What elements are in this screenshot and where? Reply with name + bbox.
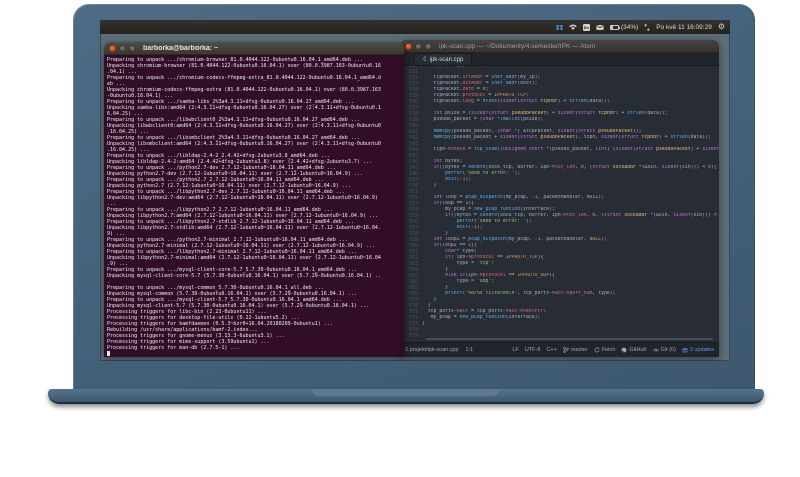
wifi-icon[interactable]	[569, 24, 577, 30]
laptop-screen-bezel: En (34%) Po kvě 11 16:09:29 ⚙ barborka@b…	[73, 4, 755, 389]
encoding-indicator[interactable]: UTF-8	[525, 347, 541, 353]
system-panel: En (34%) Po kvě 11 16:09:29 ⚙	[100, 20, 730, 34]
sync-icon	[594, 347, 600, 353]
laptop-base-notch	[311, 389, 501, 397]
git-panel-button[interactable]: Git (0)	[652, 347, 676, 353]
terminal-line: Unpacking libsmbclient:amd64 (2:4.3.11+d…	[107, 141, 381, 147]
mail-icon[interactable]	[596, 24, 604, 30]
horizontal-scrollbar[interactable]	[426, 338, 713, 340]
editor-titlebar[interactable]: ipk-scan.cpp — ~/Dokumenty/4.semester/IP…	[400, 40, 719, 53]
terminal-cursor	[107, 351, 110, 356]
terminal-line: Preparing to unpack .../chromium-codecs-…	[107, 75, 381, 81]
git-branch[interactable]: master	[563, 347, 588, 353]
close-button[interactable]	[109, 44, 116, 52]
terminal-line: Unpacking libpython2.7-stdlib:amd64 (2.7…	[107, 225, 381, 231]
code-editor[interactable]: 530 tcph->urg_ptr = 0;531532 tcpPacket.s…	[400, 66, 719, 342]
keyboard-layout-icon[interactable]: En	[582, 23, 590, 31]
updates-button[interactable]: 3 updates	[682, 347, 714, 353]
tab-ipk-scan[interactable]: C ipk-scan.cpp	[414, 53, 473, 65]
grammar-indicator[interactable]: C++	[546, 347, 556, 353]
status-bar: 2.projekt/ipk-scan.cpp 1:1 LF UTF-8 C++ …	[400, 342, 719, 357]
tab-label: ipk-scan.cpp	[429, 56, 464, 63]
file-path[interactable]: 2.projekt/ipk-scan.cpp	[405, 347, 459, 353]
editor-title: ipk-scan.cpp — ~/Dokumenty/4.semester/IP…	[439, 42, 596, 50]
close-button[interactable]	[405, 42, 412, 50]
terminal-line: Unpacking libwbclient0:amd64 (2:4.3.11+d…	[107, 123, 381, 129]
terminal-window: barborka@barborka: ~ Preparing to unpack…	[104, 42, 404, 357]
fetch-button[interactable]: Fetch	[594, 347, 615, 353]
clock[interactable]: Po kvě 11 16:09:29	[656, 24, 712, 31]
maximize-button[interactable]	[425, 42, 432, 50]
editor-window: ipk-scan.cpp — ~/Dokumenty/4.semester/IP…	[400, 40, 719, 357]
battery-icon	[609, 24, 620, 30]
branch-icon	[563, 347, 569, 353]
maximize-button[interactable]	[129, 44, 136, 52]
terminal-line: Unpacking libpython2.7-dev:amd64 (2.7.12…	[107, 195, 378, 201]
minimize-button[interactable]	[415, 42, 422, 50]
desktop: En (34%) Po kvě 11 16:09:29 ⚙ barborka@b…	[100, 20, 730, 361]
cpp-file-icon: C	[423, 56, 427, 63]
minimize-button[interactable]	[119, 44, 126, 52]
line-ending-indicator[interactable]: LF	[512, 347, 518, 353]
terminal-output[interactable]: Preparing to unpack .../chromium-browser…	[104, 55, 404, 357]
laptop-base	[48, 389, 764, 404]
battery-indicator[interactable]: (34%)	[609, 23, 639, 31]
system-tray[interactable]: En (34%) Po kvě 11 16:09:29 ⚙	[555, 23, 725, 31]
eye-icon	[652, 347, 659, 353]
terminal-title: barborka@barborka: ~	[143, 44, 219, 52]
cursor-position[interactable]: 1:1	[466, 347, 474, 353]
tab-bar: C ipk-scan.cpp	[400, 53, 719, 66]
network-arrows-icon[interactable]	[644, 23, 650, 31]
terminal-titlebar[interactable]: barborka@barborka: ~	[104, 42, 404, 55]
terminal-line: Unpacking samba-libs:amd64 (2:4.3.11+dfs…	[107, 105, 381, 111]
package-icon	[682, 347, 688, 353]
github-icon	[621, 347, 627, 353]
dropbox-icon[interactable]	[555, 24, 563, 31]
session-gear-icon[interactable]: ⚙	[718, 23, 725, 31]
terminal-line: Unpacking libpython2.7-minimal:amd64 (2.…	[107, 255, 381, 261]
github-button[interactable]: GitHub	[621, 347, 647, 353]
terminal-line: Unpacking chromium-browser (81.0.4044.12…	[107, 63, 381, 69]
battery-percent: (34%)	[620, 23, 639, 31]
terminal-line: Unpacking mysql-client-core-5.7 (5.7.30-…	[107, 273, 381, 279]
